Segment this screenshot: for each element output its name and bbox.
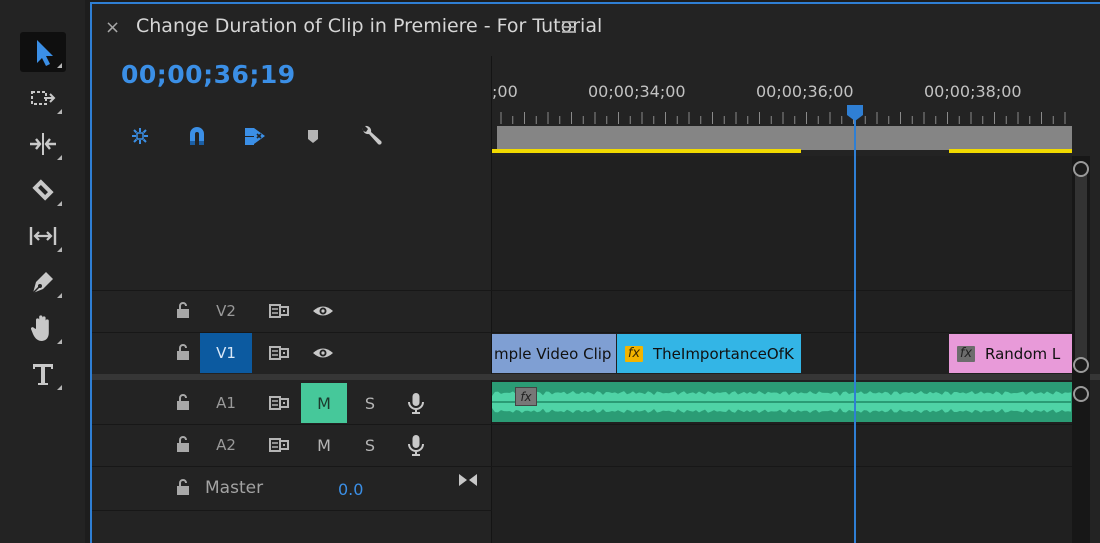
ripple-edit-icon bbox=[30, 133, 56, 155]
voice-over-record-a1-button[interactable] bbox=[393, 383, 439, 423]
add-marker-button[interactable] bbox=[297, 120, 329, 152]
clip-name: mple Video Clip bbox=[494, 344, 612, 363]
slip-tool-button[interactable] bbox=[20, 216, 66, 256]
microphone-icon bbox=[408, 393, 424, 414]
hand-tool-button[interactable] bbox=[20, 308, 66, 348]
timeline-settings-icon bbox=[362, 125, 382, 145]
video-clip[interactable]: mple Video Clip bbox=[492, 334, 616, 373]
fx-badge: fx bbox=[515, 387, 537, 406]
tools-panel bbox=[0, 0, 85, 543]
sync-lock-icon bbox=[269, 304, 289, 318]
track-label-v1[interactable]: V1 bbox=[200, 333, 252, 373]
ripple-edit-tool-button[interactable] bbox=[20, 124, 66, 164]
toggle-track-output-v2[interactable] bbox=[300, 291, 346, 331]
track-lock-toggle-a1[interactable] bbox=[174, 392, 192, 416]
toggle-track-output-v1[interactable] bbox=[300, 333, 346, 373]
razor-tool-button[interactable] bbox=[20, 170, 66, 210]
video-audio-divider[interactable] bbox=[92, 374, 1100, 380]
unlock-icon bbox=[177, 344, 189, 360]
timeline-settings-button[interactable] bbox=[355, 120, 387, 152]
hamburger-menu-icon[interactable] bbox=[560, 19, 578, 35]
rendered-range-bar bbox=[949, 149, 1072, 153]
eye-icon bbox=[313, 306, 333, 316]
master-track-label: Master bbox=[205, 478, 264, 498]
go-to-end-icon[interactable] bbox=[457, 471, 479, 489]
razor-icon bbox=[32, 179, 54, 201]
pen-tool-button[interactable] bbox=[20, 262, 66, 302]
clip-name: Random L bbox=[985, 344, 1061, 363]
type-tool-button[interactable] bbox=[20, 354, 66, 394]
slip-icon bbox=[29, 227, 57, 245]
type-icon bbox=[33, 364, 53, 385]
video-clip[interactable]: fx TheImportanceOfK bbox=[617, 334, 801, 373]
fx-badge: fx bbox=[957, 345, 975, 362]
sync-lock-icon bbox=[269, 438, 289, 452]
mute-track-a2-button[interactable]: M bbox=[301, 425, 347, 465]
toggle-sync-lock-v1[interactable] bbox=[256, 333, 302, 373]
scrollbar-thumb[interactable] bbox=[1075, 168, 1087, 368]
sync-lock-icon bbox=[269, 346, 289, 360]
nest-sequence-icon bbox=[132, 128, 148, 144]
selection-tool-icon bbox=[37, 40, 53, 66]
ruler-label: 00;00;34;00 bbox=[588, 82, 686, 101]
linked-selection-icon bbox=[245, 128, 265, 145]
track-lock-toggle-a2[interactable] bbox=[174, 434, 192, 458]
ruler-label: 00;00;36;00 bbox=[756, 82, 854, 101]
audio-clip[interactable] bbox=[492, 382, 1072, 422]
track-label-a1[interactable]: A1 bbox=[200, 383, 252, 423]
fx-badge: fx bbox=[625, 345, 643, 362]
work-area-bar[interactable] bbox=[497, 126, 1072, 150]
track-select-forward-icon bbox=[31, 91, 56, 105]
audio-waveform bbox=[492, 391, 1072, 413]
playhead-line[interactable] bbox=[854, 118, 856, 543]
playhead-handle[interactable] bbox=[846, 104, 864, 122]
ruler-label: 00;00;38;00 bbox=[924, 82, 1022, 101]
pen-icon bbox=[32, 272, 53, 294]
toggle-sync-lock-a1[interactable] bbox=[256, 383, 302, 423]
unlock-icon bbox=[177, 302, 189, 318]
track-select-forward-tool-button[interactable] bbox=[20, 78, 66, 118]
nest-sequence-button[interactable] bbox=[124, 120, 156, 152]
rendered-range-bar bbox=[491, 149, 801, 153]
track-label-v2[interactable]: V2 bbox=[200, 291, 252, 331]
unlock-icon bbox=[177, 436, 189, 452]
sequence-title-tab[interactable]: Change Duration of Clip in Premiere - Fo… bbox=[136, 15, 602, 37]
snap-toggle-button[interactable] bbox=[181, 120, 213, 152]
track-lock-toggle-v2[interactable] bbox=[174, 300, 192, 324]
ruler-ticks bbox=[500, 112, 1066, 124]
track-label-a2[interactable]: A2 bbox=[200, 425, 252, 465]
eye-icon bbox=[313, 348, 333, 358]
close-panel-button[interactable]: × bbox=[105, 17, 120, 38]
hand-icon bbox=[30, 315, 49, 341]
microphone-icon bbox=[408, 435, 424, 456]
unlock-icon bbox=[177, 394, 189, 410]
mute-track-a1-button[interactable]: M bbox=[301, 383, 347, 423]
clip-name: TheImportanceOfK bbox=[653, 344, 794, 363]
track-lock-toggle-v1[interactable] bbox=[174, 342, 192, 366]
toggle-sync-lock-a2[interactable] bbox=[256, 425, 302, 465]
scrollbar-handle[interactable] bbox=[1073, 161, 1089, 177]
solo-track-a1-button[interactable]: S bbox=[347, 383, 393, 423]
ruler-label: ;00 bbox=[492, 82, 518, 101]
add-marker-icon bbox=[308, 130, 318, 143]
scrollbar-handle[interactable] bbox=[1073, 386, 1089, 402]
unlock-icon bbox=[177, 479, 189, 495]
solo-track-a2-button[interactable]: S bbox=[347, 425, 393, 465]
sync-lock-icon bbox=[269, 396, 289, 410]
scrollbar-handle[interactable] bbox=[1073, 357, 1089, 373]
track-lock-toggle-master[interactable] bbox=[174, 477, 192, 501]
playhead-timecode[interactable]: 00;00;36;19 bbox=[121, 60, 296, 89]
snap-icon bbox=[190, 127, 204, 145]
video-clip[interactable]: fx Random L bbox=[949, 334, 1072, 373]
voice-over-record-a2-button[interactable] bbox=[393, 425, 439, 465]
toggle-sync-lock-v2[interactable] bbox=[256, 291, 302, 331]
selection-tool-button[interactable] bbox=[20, 32, 66, 72]
master-volume-value[interactable]: 0.0 bbox=[338, 480, 363, 499]
linked-selection-button[interactable] bbox=[239, 120, 271, 152]
